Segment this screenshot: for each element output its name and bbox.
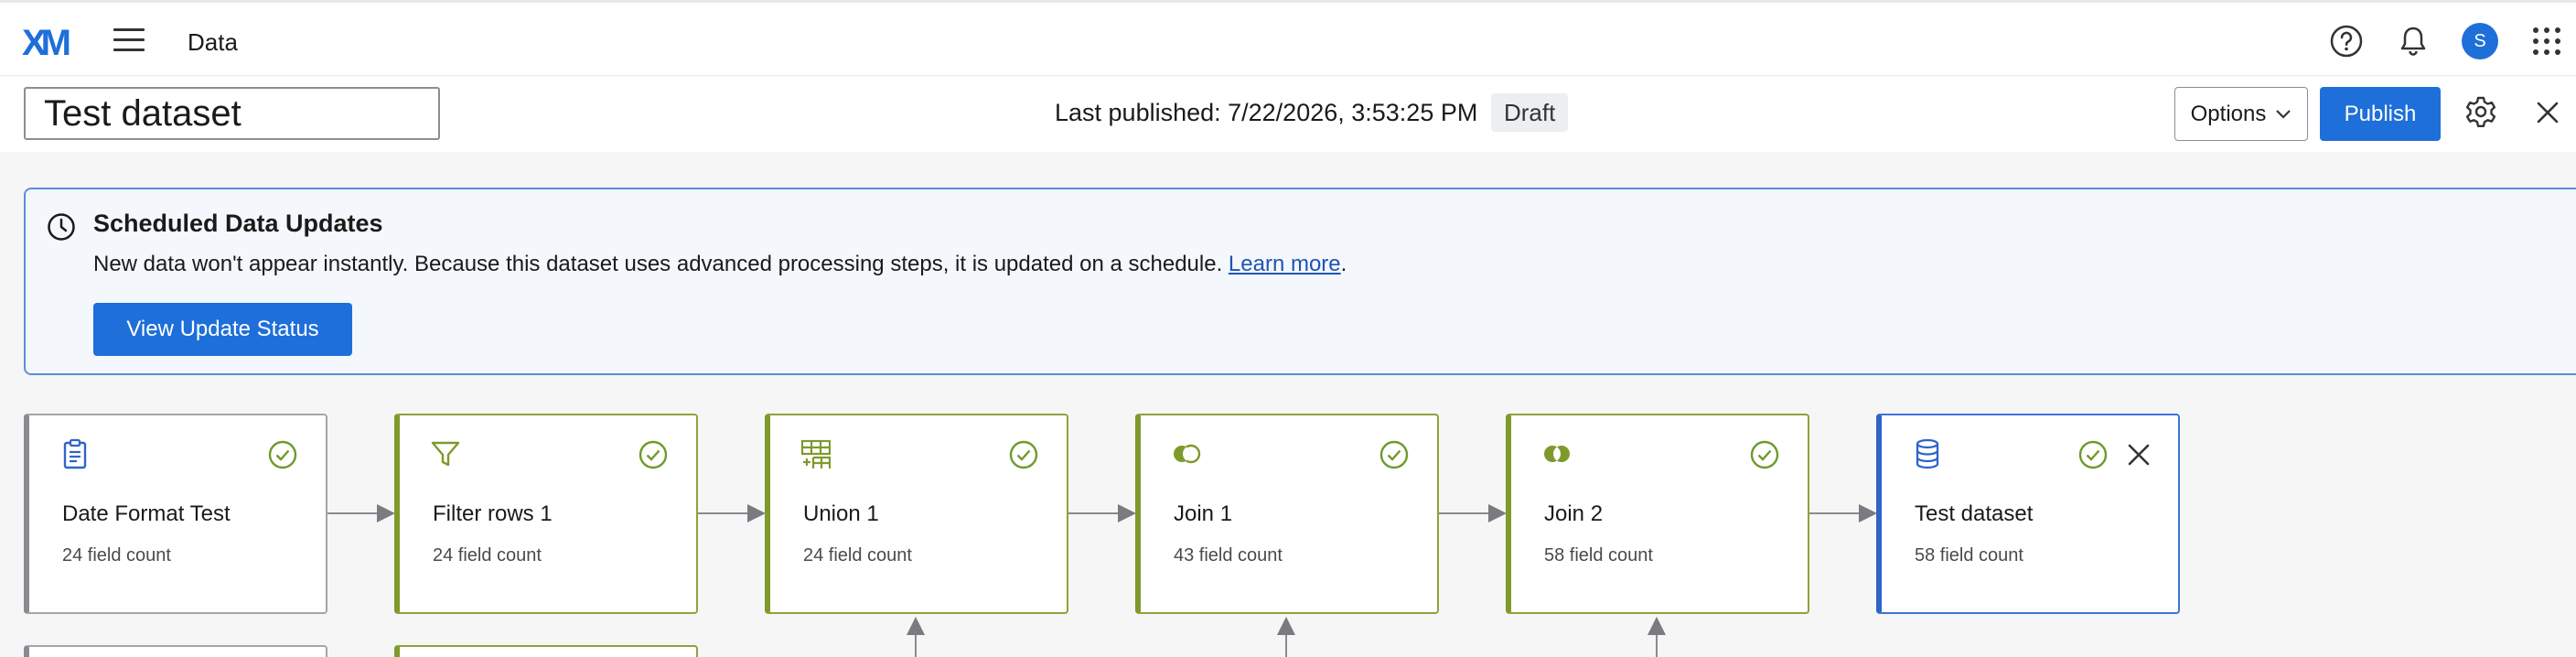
node-field-count: 58 field count	[1544, 545, 1653, 565]
flow-node-date-format-test[interactable]: Date Format Test 24 field count	[24, 414, 327, 614]
app-grid-icon[interactable]	[2528, 23, 2565, 59]
menu-icon[interactable]	[113, 27, 146, 54]
document-icon	[63, 438, 87, 469]
app-title: Data	[188, 28, 238, 56]
node-name: Filter rows 1	[433, 501, 553, 526]
node-field-count: 24 field count	[433, 545, 542, 565]
flow-node-partial[interactable]	[24, 645, 327, 657]
success-check-icon	[1009, 440, 1038, 469]
xm-logo[interactable]: XM	[22, 23, 71, 64]
avatar[interactable]: S	[2462, 23, 2498, 59]
node-name: Union 1	[803, 501, 879, 526]
view-update-status-button[interactable]: View Update Status	[93, 303, 352, 356]
flow-node-partial[interactable]	[394, 645, 698, 657]
node-name: Test dataset	[1915, 501, 2034, 526]
banner-period: .	[1340, 252, 1347, 276]
options-button[interactable]: Options	[2174, 87, 2308, 141]
flow-node-filter-rows[interactable]: Filter rows 1 24 field count	[394, 414, 698, 614]
gear-icon[interactable]	[2464, 95, 2497, 128]
database-icon	[1916, 438, 1939, 469]
publish-button[interactable]: Publish	[2320, 87, 2441, 141]
dataset-name-input[interactable]	[24, 87, 440, 140]
close-icon[interactable]	[2536, 101, 2560, 124]
success-check-icon	[2078, 440, 2108, 469]
chevron-down-icon	[2276, 109, 2292, 119]
options-label: Options	[2190, 101, 2267, 126]
scheduled-updates-banner: Scheduled Data Updates New data won't ap…	[24, 188, 2576, 375]
node-name: Date Format Test	[62, 501, 231, 526]
filter-icon	[431, 441, 460, 467]
banner-text: New data won't appear instantly. Because…	[93, 252, 1223, 276]
help-icon[interactable]	[2328, 23, 2365, 59]
last-published-text: Last published: 7/22/2026, 3:53:25 PM	[1055, 99, 1478, 126]
learn-more-link[interactable]: Learn more	[1229, 252, 1341, 276]
success-check-icon	[1379, 440, 1409, 469]
top-bar: XM Data S	[0, 0, 2576, 76]
node-field-count: 24 field count	[803, 545, 912, 565]
status-badge: Draft	[1491, 93, 1569, 132]
join-icon	[1174, 444, 1201, 464]
union-table-icon	[800, 439, 832, 469]
success-check-icon	[268, 440, 297, 469]
node-name: Join 1	[1174, 501, 1233, 526]
notification-bell-icon[interactable]	[2395, 23, 2431, 59]
banner-message: New data won't appear instantly. Because…	[93, 252, 1347, 277]
close-icon[interactable]	[2127, 443, 2151, 467]
join-icon	[1544, 446, 1570, 462]
flow-node-join-1[interactable]: Join 1 43 field count	[1135, 414, 1439, 614]
clock-icon	[48, 213, 75, 241]
node-field-count: 58 field count	[1915, 545, 2023, 565]
node-field-count: 43 field count	[1174, 545, 1283, 565]
success-check-icon	[1750, 440, 1779, 469]
node-field-count: 24 field count	[62, 545, 171, 565]
success-check-icon	[639, 440, 668, 469]
flow-node-join-2[interactable]: Join 2 58 field count	[1506, 414, 1809, 614]
node-name: Join 2	[1544, 501, 1604, 526]
flow-node-union[interactable]: Union 1 24 field count	[765, 414, 1068, 614]
flow-node-output-dataset[interactable]: Test dataset 58 field count	[1876, 414, 2180, 614]
banner-title: Scheduled Data Updates	[93, 210, 383, 237]
